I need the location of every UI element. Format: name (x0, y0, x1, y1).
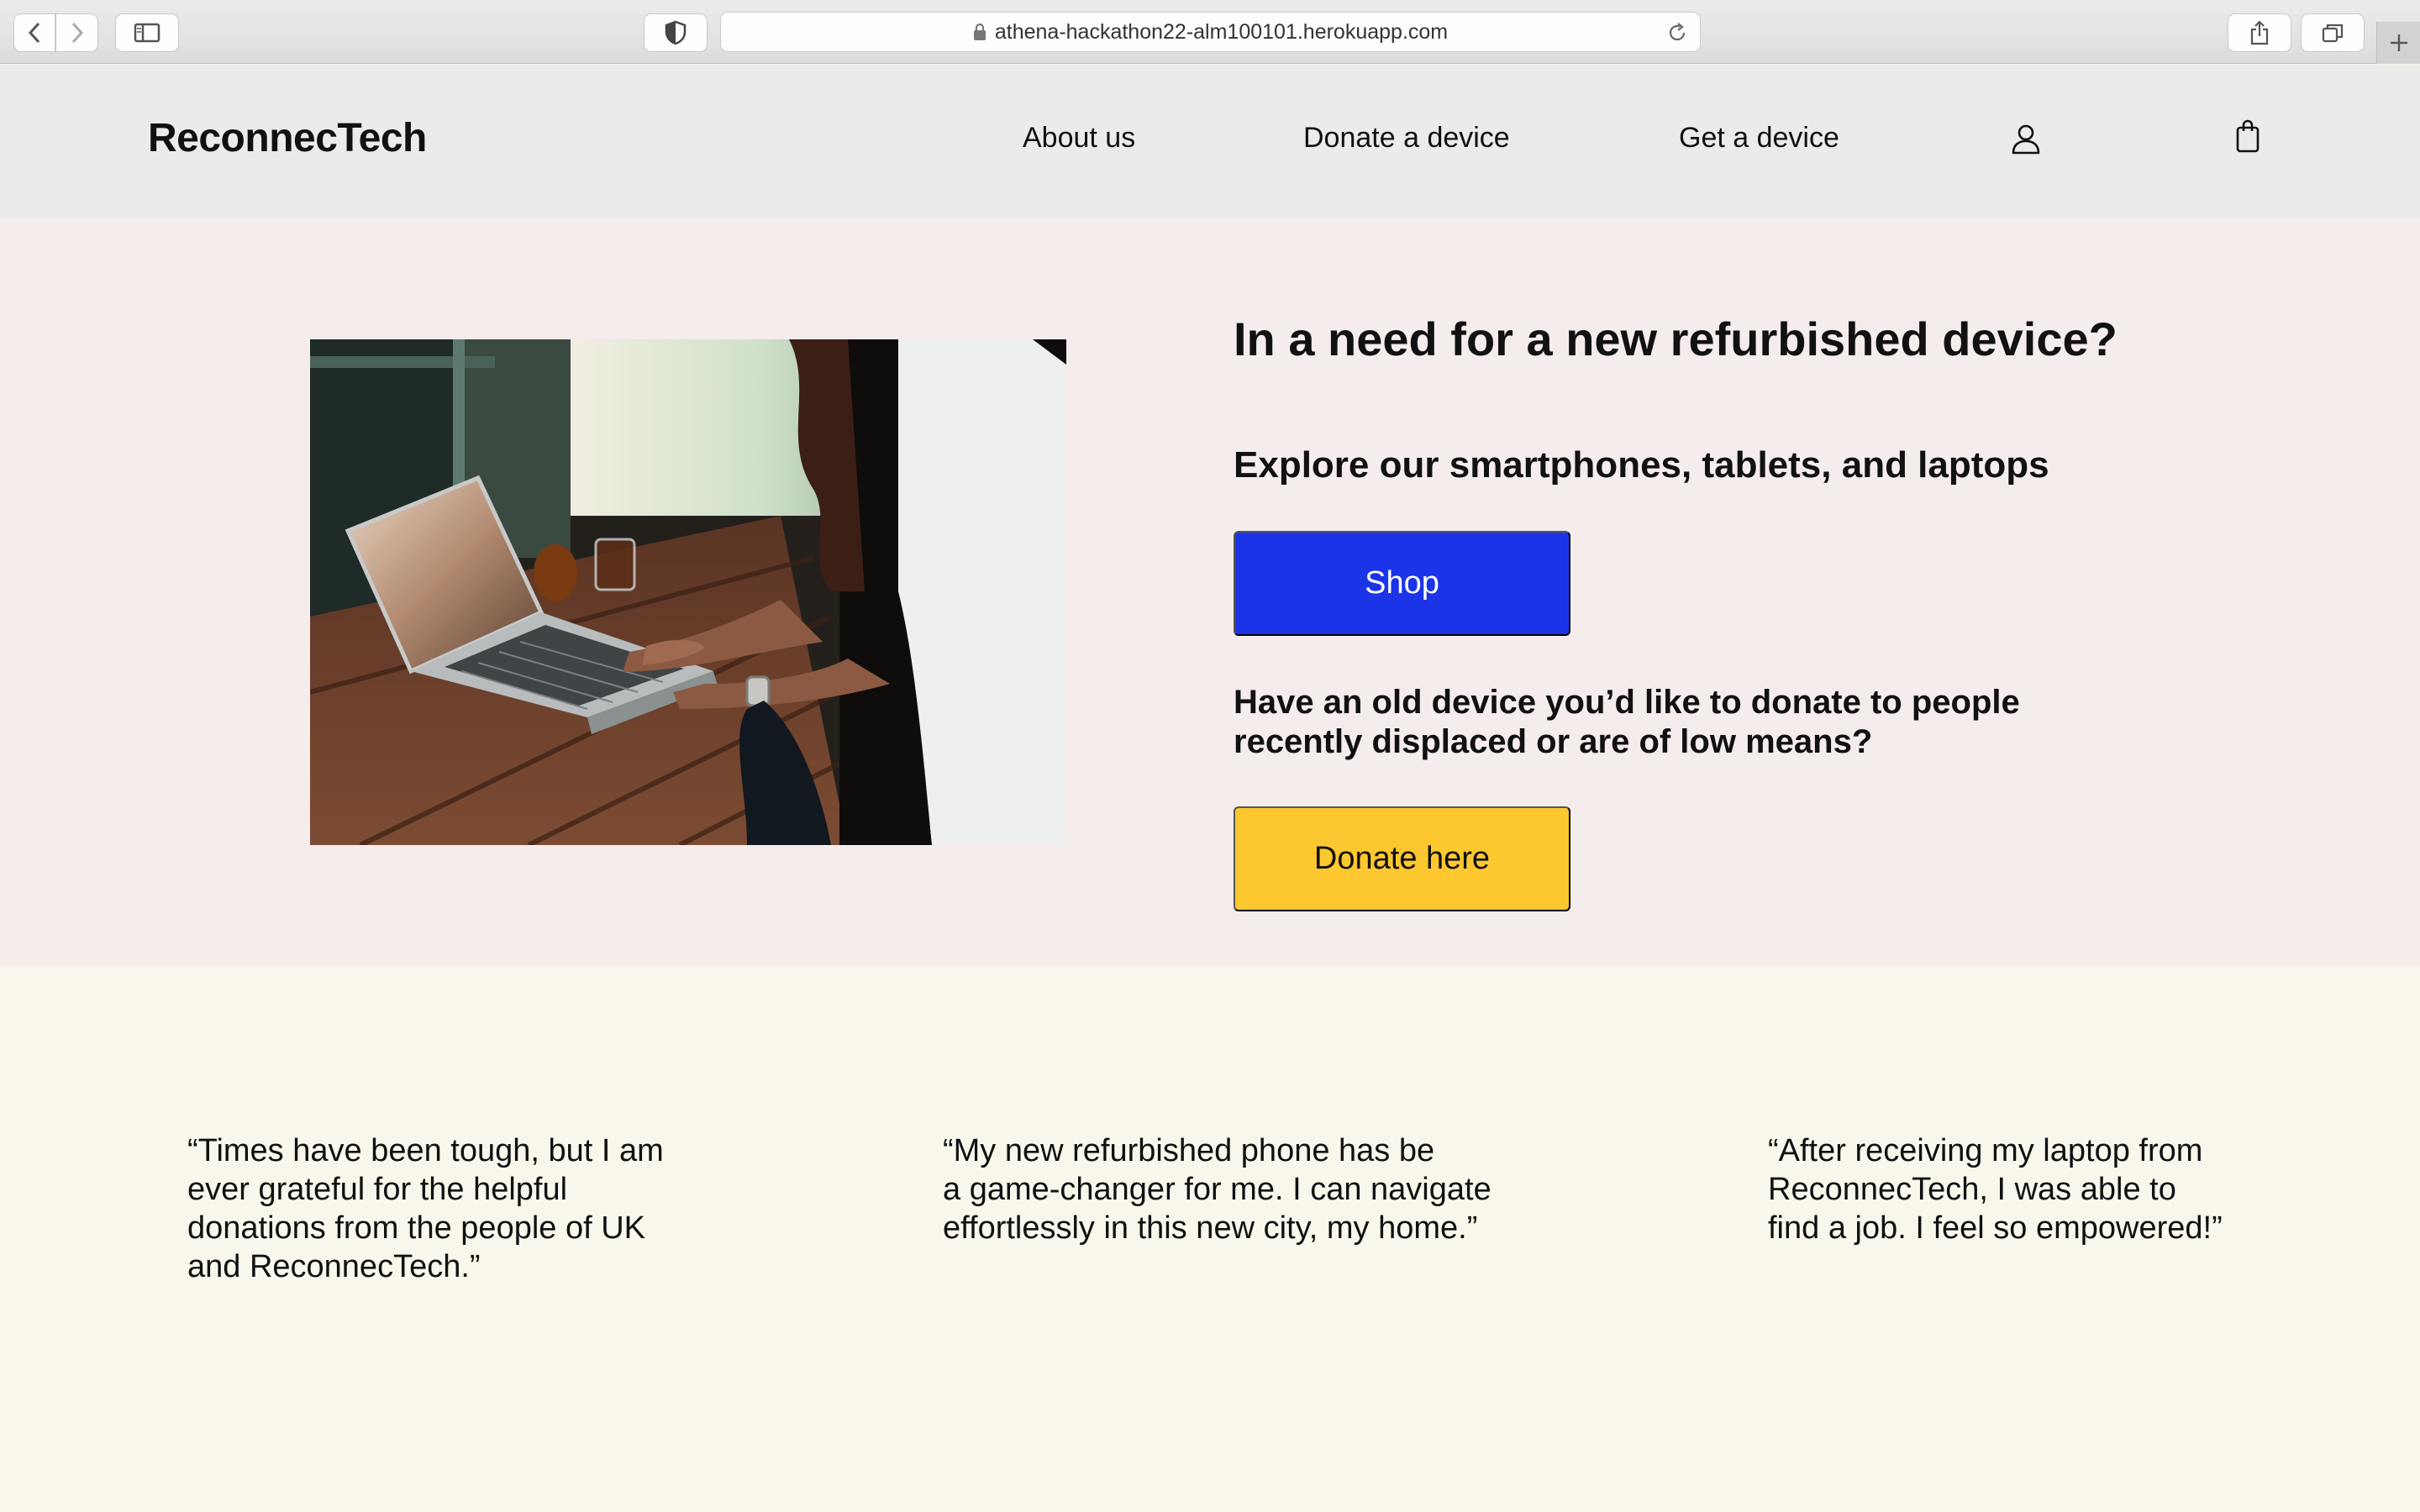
browser-toolbar: athena-hackathon22-alm100101.herokuapp.c… (0, 0, 2420, 64)
new-tab-button[interactable] (2376, 22, 2420, 64)
hero-title: In a need for a new refurbished device? (1234, 312, 2118, 365)
donate-prompt: Have an old device you’d like to donate … (1234, 684, 2020, 760)
hero-section: In a need for a new refurbished device? … (0, 218, 2420, 966)
user-icon[interactable] (2011, 123, 2041, 155)
shield-icon (665, 20, 687, 45)
address-bar[interactable]: athena-hackathon22-alm100101.herokuapp.c… (720, 12, 1701, 52)
chevron-right-icon (71, 22, 83, 44)
tab-overview-button[interactable] (2301, 13, 2365, 52)
nav-get-device[interactable]: Get a device (1679, 122, 1839, 155)
lock-icon (973, 23, 986, 40)
hero-subtitle: Explore our smartphones, tablets, and la… (1234, 444, 2049, 486)
reload-icon[interactable] (1666, 22, 1688, 44)
nav-donate-device[interactable]: Donate a device (1303, 122, 1510, 155)
sidebar-toggle-button[interactable] (115, 13, 179, 52)
testimonial-quote: “After receiving my laptop from Reconnec… (1768, 1133, 2223, 1246)
share-button[interactable] (2228, 13, 2291, 52)
site-header: ReconnecTech About us Donate a device Ge… (0, 65, 2420, 218)
donate-here-button[interactable]: Donate here (1234, 806, 1570, 911)
shop-button[interactable]: Shop (1234, 531, 1570, 636)
nav-about-us[interactable]: About us (1023, 122, 1135, 155)
privacy-report-button[interactable] (644, 13, 708, 52)
back-button[interactable] (13, 13, 55, 52)
testimonial-quote: “My new refurbished phone has be a game-… (943, 1133, 1491, 1246)
shopping-bag-icon[interactable] (2236, 119, 2260, 153)
sidebar-icon (134, 23, 160, 43)
plus-icon (2390, 34, 2407, 51)
share-icon (2250, 20, 2269, 45)
forward-button[interactable] (55, 13, 98, 52)
tabs-icon (2322, 24, 2344, 43)
chevron-left-icon (28, 22, 40, 44)
testimonials-section: “Times have been tough, but I am ever gr… (0, 966, 2420, 1512)
testimonial-quote: “Times have been tough, but I am ever gr… (187, 1133, 664, 1284)
hero-photo-laptop (310, 339, 1066, 845)
brand-logo[interactable]: ReconnecTech (148, 115, 427, 161)
url-text: athena-hackathon22-alm100101.herokuapp.c… (994, 19, 1449, 44)
